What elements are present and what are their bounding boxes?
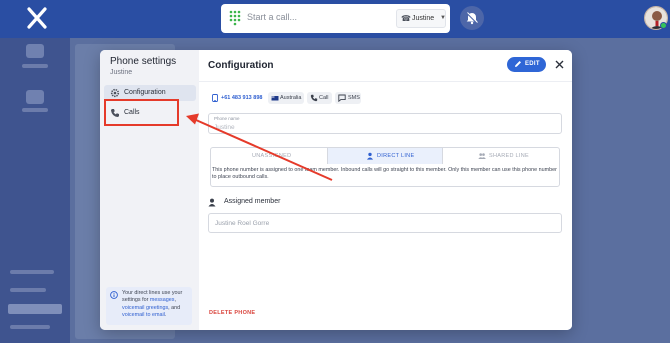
info-text-part: . <box>164 311 167 318</box>
sms-capability-label: SMS <box>348 95 360 101</box>
direct-lines-info: Your direct lines use your settings for … <box>106 287 192 325</box>
person-icon <box>208 198 216 207</box>
rail-label <box>22 108 48 112</box>
pencil-icon <box>515 61 521 67</box>
info-text: Your direct lines use your settings for … <box>122 290 190 319</box>
call-capability-label: Call <box>319 95 329 101</box>
phone-name-field[interactable]: Phone name Justine <box>208 113 562 134</box>
line-type-direct-line[interactable]: DIRECT LINE <box>328 148 443 164</box>
rail-label[interactable] <box>10 270 54 274</box>
phone-icon <box>310 94 318 102</box>
edit-button[interactable]: EDIT <box>507 57 546 72</box>
app-logo-icon[interactable] <box>26 7 48 29</box>
configuration-panel: Configuration EDIT +61 483 913 898 Austr… <box>199 50 572 330</box>
phone-icon: ☎ <box>401 14 411 23</box>
sidebar-title: Phone settings <box>110 56 177 67</box>
line-type-label: SHARED LINE <box>489 153 529 159</box>
rail-label[interactable] <box>8 304 62 314</box>
sidebar-item-label: Configuration <box>124 89 166 96</box>
phone-number-chip[interactable]: +61 483 913 898 <box>208 92 266 104</box>
voicemail-to-email-link[interactable]: voicemail to email <box>122 312 165 318</box>
country-chip: Australia <box>268 92 304 104</box>
gear-icon <box>110 88 120 98</box>
line-type-label: UNASSIGNED <box>252 153 292 159</box>
messages-link[interactable]: messages <box>150 297 175 303</box>
line-type-shared-line[interactable]: SHARED LINE <box>443 148 559 164</box>
header-divider <box>199 81 572 82</box>
start-call-box[interactable]: Start a call... ☎ Justine ▼ <box>221 4 450 33</box>
line-type-description: This phone number is assigned to one tea… <box>212 167 557 181</box>
online-status-dot <box>660 22 667 29</box>
person-icon <box>367 152 373 160</box>
call-input[interactable]: Start a call... <box>247 12 297 22</box>
assigned-member-value: Justine Roel Gorre <box>215 220 270 227</box>
info-text-part: , and <box>168 304 181 311</box>
left-rail <box>0 38 70 343</box>
info-text-part: , <box>174 297 176 304</box>
voicemail-greetings-link[interactable]: voicemail greetings <box>122 305 168 311</box>
phone-name-label: Phone name <box>214 116 240 121</box>
sidebar-subtitle: Justine <box>110 69 133 76</box>
chevron-down-icon: ▼ <box>440 15 446 21</box>
message-icon <box>338 94 346 102</box>
phone-settings-modal: Phone settings Justine Configuration Cal… <box>100 50 572 330</box>
assigned-member-field[interactable]: Justine Roel Gorre <box>208 213 562 233</box>
settings-sidebar: Phone settings Justine Configuration Cal… <box>100 50 199 330</box>
annotation-highlight-box <box>104 99 179 126</box>
call-capability-chip: Call <box>307 92 332 104</box>
notifications-off-button[interactable] <box>460 6 484 30</box>
line-selector[interactable]: ☎ Justine ▼ <box>396 9 446 28</box>
rail-label[interactable] <box>10 288 46 292</box>
edit-button-label: EDIT <box>525 61 540 67</box>
rail-label[interactable] <box>10 325 50 329</box>
top-bar: Start a call... ☎ Justine ▼ <box>0 0 670 38</box>
country-label: Australia <box>280 95 302 101</box>
page-title: Configuration <box>208 60 274 71</box>
close-icon[interactable] <box>555 60 564 69</box>
rail-icon[interactable] <box>26 90 44 104</box>
flag-icon <box>271 95 279 101</box>
phone-number: +61 483 913 898 <box>221 95 263 101</box>
assigned-member-label: Assigned member <box>224 198 281 205</box>
sms-capability-chip: SMS <box>335 92 361 104</box>
phone-number-icon <box>212 94 218 102</box>
rail-icon[interactable] <box>26 44 44 58</box>
line-type-unassigned[interactable]: UNASSIGNED <box>211 148 328 164</box>
line-type-label: DIRECT LINE <box>377 153 415 159</box>
group-icon <box>478 153 486 159</box>
phone-name-value: Justine <box>214 124 235 131</box>
bell-off-icon <box>466 12 478 25</box>
dialpad-icon[interactable] <box>229 10 241 26</box>
delete-phone-button[interactable]: DELETE PHONE <box>209 310 255 316</box>
line-selector-value: Justine <box>412 15 435 22</box>
info-icon <box>110 291 118 299</box>
line-type-selector: UNASSIGNED DIRECT LINE SHARED LINE This … <box>210 147 560 187</box>
rail-label <box>22 64 48 68</box>
